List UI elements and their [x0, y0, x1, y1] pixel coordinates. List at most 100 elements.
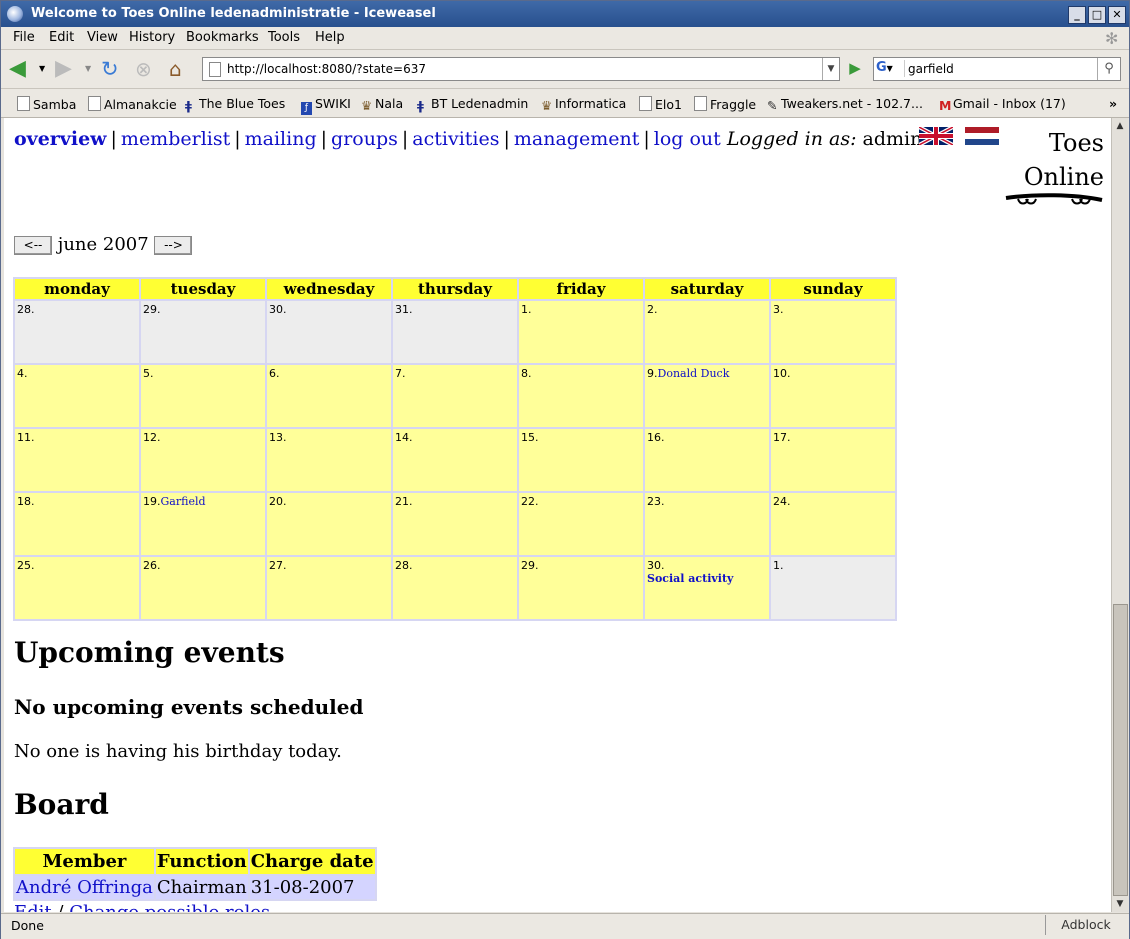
url-bar[interactable]: http://localhost:8080/?state=637 ▼ — [202, 57, 840, 81]
bookmark-fraggle[interactable]: Fraggle — [694, 96, 756, 112]
calendar-week-row: 4. 5. 6. 7. 8. 9.Donald Duck 10. — [15, 365, 895, 427]
nav-logout[interactable]: log out — [654, 128, 721, 150]
scroll-up-icon[interactable]: ▲ — [1112, 118, 1128, 134]
bookmark-samba[interactable]: Samba — [17, 96, 76, 112]
url-dropdown-icon[interactable]: ▼ — [822, 58, 839, 80]
menu-bookmarks[interactable]: Bookmarks — [186, 30, 259, 45]
day-number: 26. — [143, 559, 161, 572]
nav-overview[interactable]: overview — [14, 128, 107, 150]
menu-help[interactable]: Help — [315, 30, 345, 45]
scroll-down-icon[interactable]: ▼ — [1112, 896, 1128, 912]
throbber-icon: ✻ — [1105, 29, 1119, 48]
calendar-day-cell: 2. — [645, 301, 769, 363]
day-number: 31. — [395, 303, 413, 316]
go-icon[interactable]: ▶ — [845, 58, 865, 78]
vertical-scrollbar[interactable]: ▲ ▼ — [1111, 118, 1128, 912]
menu-edit[interactable]: Edit — [49, 30, 74, 45]
home-icon[interactable]: ⌂ — [169, 58, 195, 80]
calendar-day-cell: 7. — [393, 365, 517, 427]
table-row: André Offringa Chairman 31-08-2007 — [15, 876, 375, 899]
forward-dropdown-icon[interactable]: ▼ — [85, 58, 95, 80]
adblock-button[interactable]: Adblock — [1045, 915, 1126, 935]
member-link[interactable]: André Offringa — [16, 877, 153, 898]
bookmark-elo1[interactable]: Elo1 — [639, 96, 682, 112]
nav-activities[interactable]: activities — [412, 128, 499, 150]
back-dropdown-icon[interactable]: ▼ — [39, 58, 49, 80]
calendar-day-cell: 15. — [519, 429, 643, 491]
day-number: 30. — [269, 303, 287, 316]
google-search-engine-icon[interactable]: G▼ — [876, 60, 905, 77]
nala-icon: ♛ — [361, 98, 373, 113]
stop-icon[interactable]: ⊗ — [135, 58, 161, 80]
day-number: 7. — [395, 367, 406, 380]
bookmark-tweakers[interactable]: ✎ Tweakers.net - 102.7... — [767, 96, 923, 113]
birthday-link[interactable]: Donald Duck — [658, 367, 730, 380]
title-bar: Welcome to Toes Online ledenadministrati… — [1, 1, 1129, 27]
calendar-week-row: 18. 19.Garfield 20. 21. 22. 23. 24. — [15, 493, 895, 555]
month-title: june 2007 — [57, 234, 149, 255]
menu-bar: File Edit View History Bookmarks Tools H… — [1, 27, 1129, 50]
menu-history[interactable]: History — [129, 30, 175, 45]
search-icon[interactable]: ⚲ — [1097, 58, 1120, 80]
forward-icon[interactable]: ▶ — [55, 58, 81, 80]
bookmark-gmail[interactable]: M Gmail - Inbox (17) — [939, 96, 1066, 113]
birthday-link[interactable]: Garfield — [161, 495, 206, 508]
menu-view[interactable]: View — [87, 30, 118, 45]
change-roles-link[interactable]: Change possible roles — [69, 902, 270, 912]
day-number: 20. — [269, 495, 287, 508]
bookmark-the-blue-toes[interactable]: ǂ The Blue Toes — [185, 96, 285, 113]
bookmark-bt-ledenadmin[interactable]: ǂ BT Ledenadmin — [417, 96, 528, 113]
iceweasel-icon — [7, 6, 23, 22]
nav-memberlist[interactable]: memberlist — [121, 128, 230, 150]
scrollbar-thumb[interactable] — [1113, 604, 1128, 896]
board-heading: Board — [14, 788, 109, 821]
calendar-day-cell: 13. — [267, 429, 391, 491]
day-number: 16. — [647, 431, 665, 444]
day-number: 14. — [395, 431, 413, 444]
dutch-flag-icon[interactable] — [965, 127, 999, 145]
day-number: 2. — [647, 303, 658, 316]
calendar-day-cell: 10. — [771, 365, 895, 427]
calendar-day-cell: 30. — [267, 301, 391, 363]
activity-link[interactable]: Social activity — [647, 572, 767, 585]
bookmark-informatica[interactable]: ♛ Informatica — [541, 96, 626, 113]
bookmark-nala[interactable]: ♛ Nala — [361, 96, 403, 113]
menu-file[interactable]: File — [13, 30, 35, 45]
swiki-icon: ƒ — [301, 102, 312, 115]
day-number: 12. — [143, 431, 161, 444]
search-input[interactable]: garfield — [908, 62, 954, 76]
minimize-icon[interactable]: _ — [1068, 6, 1086, 24]
reload-icon[interactable]: ↻ — [101, 58, 127, 80]
nav-groups[interactable]: groups — [331, 128, 398, 150]
logo-squiggle — [1005, 193, 1103, 205]
back-icon[interactable]: ◀ — [9, 58, 35, 80]
url-text[interactable]: http://localhost:8080/?state=637 — [227, 62, 426, 76]
bookmark-swiki[interactable]: ƒ SWIKI — [301, 96, 351, 115]
calendar-day-cell: 8. — [519, 365, 643, 427]
menu-tools[interactable]: Tools — [268, 30, 300, 45]
nav-management[interactable]: management — [514, 128, 639, 150]
day-number: 15. — [521, 431, 539, 444]
prev-month-button[interactable]: <-- — [14, 235, 52, 255]
logged-in-label: Logged in as: — [726, 128, 857, 150]
maximize-icon[interactable]: □ — [1088, 6, 1106, 24]
day-number: 11. — [17, 431, 35, 444]
nav-mailing[interactable]: mailing — [245, 128, 317, 150]
day-number: 10. — [773, 367, 791, 380]
english-flag-icon[interactable] — [919, 127, 953, 145]
calendar-day-cell: 11. — [15, 429, 139, 491]
day-number: 30. — [647, 559, 665, 572]
next-month-button[interactable]: --> — [154, 235, 193, 255]
search-box[interactable]: G▼ garfield ⚲ — [873, 57, 1121, 81]
edit-link[interactable]: Edit — [14, 902, 52, 912]
status-text: Done — [11, 918, 44, 933]
bookmark-almanakcie[interactable]: Almanakcie — [88, 96, 177, 112]
calendar-day-cell: 26. — [141, 557, 265, 619]
day-header: monday — [15, 279, 139, 299]
toe-icon: ǂ — [185, 98, 192, 113]
close-icon[interactable]: ✕ — [1108, 6, 1126, 24]
bookmarks-overflow-icon[interactable]: » — [1109, 96, 1117, 111]
calendar-day-cell: 27. — [267, 557, 391, 619]
day-number: 18. — [17, 495, 35, 508]
calendar-day-cell: 14. — [393, 429, 517, 491]
